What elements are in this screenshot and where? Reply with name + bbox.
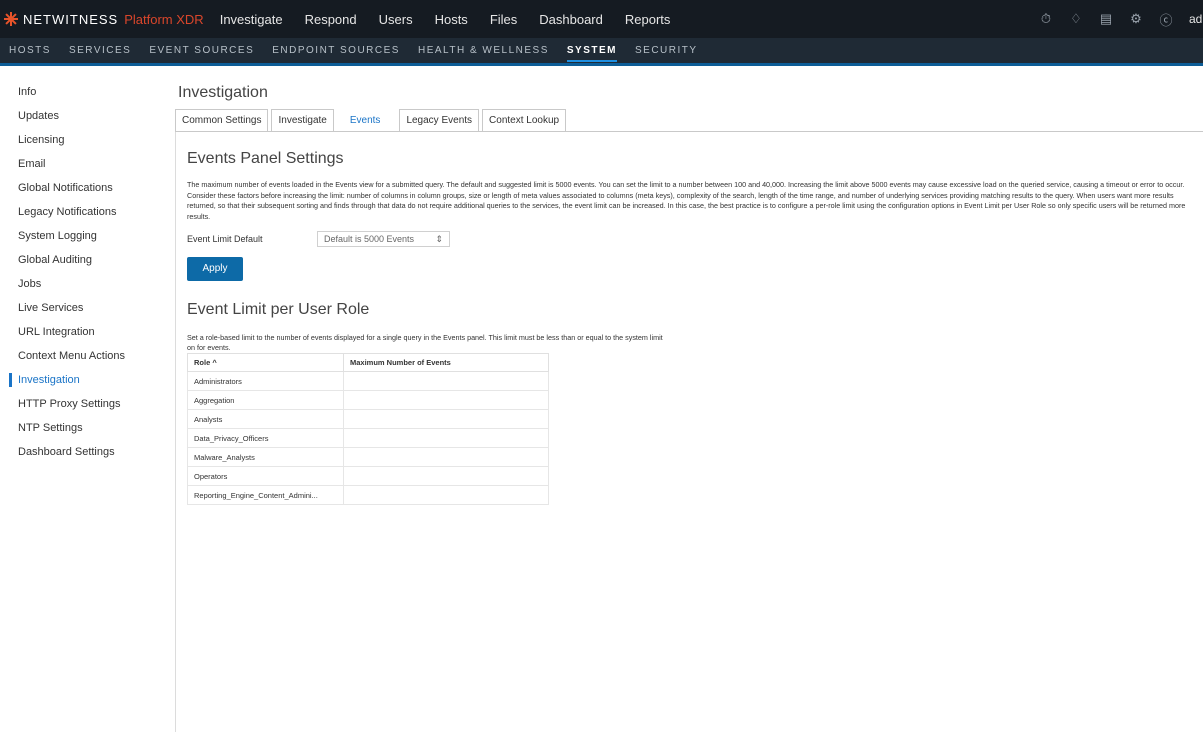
- timer-icon[interactable]: ⏱: [1039, 11, 1053, 27]
- sidebar-item-live-services[interactable]: Live Services: [0, 296, 170, 320]
- tab-context-lookup[interactable]: Context Lookup: [482, 109, 567, 131]
- sidebar-item-legacy-notifications[interactable]: Legacy Notifications: [0, 200, 170, 224]
- table-row[interactable]: Operators: [187, 466, 549, 486]
- subnav-endpoint-sources[interactable]: ENDPOINT SOURCES: [272, 37, 400, 65]
- apply-button[interactable]: Apply: [187, 257, 243, 281]
- event-limit-select[interactable]: Default is 5000 Events ⇕: [317, 231, 450, 247]
- max-events-cell[interactable]: [343, 466, 549, 486]
- sidebar-item-updates[interactable]: Updates: [0, 104, 170, 128]
- role-limit-table: Role ^ Maximum Number of Events Administ…: [187, 353, 549, 505]
- nav-users[interactable]: Users: [379, 12, 413, 27]
- column-header-role[interactable]: Role ^: [187, 353, 344, 372]
- role-cell: Operators: [187, 466, 344, 486]
- table-row[interactable]: Administrators: [187, 371, 549, 391]
- table-row[interactable]: Reporting_Engine_Content_Admini...: [187, 485, 549, 505]
- max-events-cell[interactable]: [343, 428, 549, 448]
- max-events-cell[interactable]: [343, 485, 549, 505]
- subnav-event-sources[interactable]: EVENT SOURCES: [149, 37, 254, 65]
- main-nav: Investigate Respond Users Hosts Files Da…: [220, 0, 693, 38]
- role-cell: Malware_Analysts: [187, 447, 344, 467]
- table-row[interactable]: Analysts: [187, 409, 549, 429]
- nav-reports[interactable]: Reports: [625, 12, 671, 27]
- event-limit-label: Event Limit Default: [187, 234, 263, 244]
- page-title: Investigation: [178, 84, 268, 101]
- events-tab-panel: Events Panel Settings The maximum number…: [175, 132, 1203, 732]
- notes-icon[interactable]: ▤: [1099, 11, 1113, 27]
- sidebar-item-global-notifications[interactable]: Global Notifications: [0, 176, 170, 200]
- max-events-cell[interactable]: [343, 409, 549, 429]
- brand-platform: Platform XDR: [124, 11, 204, 27]
- max-events-cell[interactable]: [343, 390, 549, 410]
- system-sidebar: Info Updates Licensing Email Global Noti…: [0, 80, 170, 464]
- sidebar-item-email[interactable]: Email: [0, 152, 170, 176]
- sidebar-item-jobs[interactable]: Jobs: [0, 272, 170, 296]
- event-limit-per-role-title: Event Limit per User Role: [187, 301, 370, 318]
- sidebar-item-global-auditing[interactable]: Global Auditing: [0, 248, 170, 272]
- sidebar-item-system-logging[interactable]: System Logging: [0, 224, 170, 248]
- column-header-max-events[interactable]: Maximum Number of Events: [343, 353, 549, 372]
- nav-dashboard[interactable]: Dashboard: [539, 12, 603, 27]
- sidebar-item-context-menu-actions[interactable]: Context Menu Actions: [0, 344, 170, 368]
- admin-subnav: HOSTS SERVICES EVENT SOURCES ENDPOINT SO…: [0, 38, 1203, 66]
- subnav-security[interactable]: SECURITY: [635, 37, 698, 65]
- updown-arrows-icon: ⇕: [435, 234, 443, 244]
- max-events-cell[interactable]: [343, 371, 549, 391]
- table-row[interactable]: Malware_Analysts: [187, 447, 549, 467]
- subnav-system[interactable]: SYSTEM: [566, 37, 618, 65]
- subnav-health-wellness[interactable]: HEALTH & WELLNESS: [418, 37, 549, 65]
- sidebar-item-ntp-settings[interactable]: NTP Settings: [0, 416, 170, 440]
- sidebar-item-investigation[interactable]: Investigation: [0, 368, 170, 392]
- tab-investigate[interactable]: Investigate: [271, 109, 334, 131]
- role-cell: Reporting_Engine_Content_Admini...: [187, 485, 344, 505]
- role-cell: Aggregation: [187, 390, 344, 410]
- sidebar-item-info[interactable]: Info: [0, 80, 170, 104]
- event-limit-row: Event Limit Default Default is 5000 Even…: [187, 230, 1203, 248]
- sidebar-item-licensing[interactable]: Licensing: [0, 128, 170, 152]
- user-menu[interactable]: admi: [1189, 12, 1203, 26]
- event-limit-value: Default is 5000 Events: [324, 234, 415, 244]
- netwitness-logo-icon: [4, 12, 18, 26]
- role-cell: Data_Privacy_Officers: [187, 428, 344, 448]
- nav-files[interactable]: Files: [490, 12, 517, 27]
- netwitness-logo[interactable]: NETWITNESS Platform XDR: [0, 0, 204, 38]
- nav-investigate[interactable]: Investigate: [220, 12, 283, 27]
- top-bar: NETWITNESS Platform XDR Investigate Resp…: [0, 0, 1203, 38]
- top-icons: ⏱ ♢ ▤ ⚙ ⓒ admi: [1039, 0, 1203, 38]
- tab-events[interactable]: Events: [336, 109, 394, 131]
- sidebar-item-http-proxy-settings[interactable]: HTTP Proxy Settings: [0, 392, 170, 416]
- table-row[interactable]: Data_Privacy_Officers: [187, 428, 549, 448]
- tools-icon[interactable]: ⚙: [1129, 11, 1143, 27]
- event-limit-per-role-description: Set a role-based limit to the number of …: [187, 333, 663, 352]
- subnav-services[interactable]: SERVICES: [69, 37, 131, 65]
- nav-respond[interactable]: Respond: [305, 12, 357, 27]
- help-icon[interactable]: ⓒ: [1159, 10, 1173, 29]
- role-cell: Administrators: [187, 371, 344, 391]
- events-panel-settings-title: Events Panel Settings: [187, 150, 344, 167]
- sidebar-item-url-integration[interactable]: URL Integration: [0, 320, 170, 344]
- nav-hosts[interactable]: Hosts: [435, 12, 468, 27]
- subnav-hosts[interactable]: HOSTS: [9, 37, 51, 65]
- main-content: Investigation Common Settings Investigat…: [175, 84, 1203, 732]
- sidebar-item-dashboard-settings[interactable]: Dashboard Settings: [0, 440, 170, 464]
- tab-common-settings[interactable]: Common Settings: [175, 109, 269, 131]
- bell-icon[interactable]: ♢: [1069, 11, 1083, 27]
- brand-name: NETWITNESS: [23, 11, 119, 27]
- max-events-cell[interactable]: [343, 447, 549, 467]
- events-panel-description: The maximum number of events loaded in t…: [187, 180, 1186, 221]
- role-cell: Analysts: [187, 409, 344, 429]
- settings-tabs: Common Settings Investigate Events Legac…: [175, 108, 1203, 132]
- table-row[interactable]: Aggregation: [187, 390, 549, 410]
- tab-legacy-events[interactable]: Legacy Events: [399, 109, 480, 131]
